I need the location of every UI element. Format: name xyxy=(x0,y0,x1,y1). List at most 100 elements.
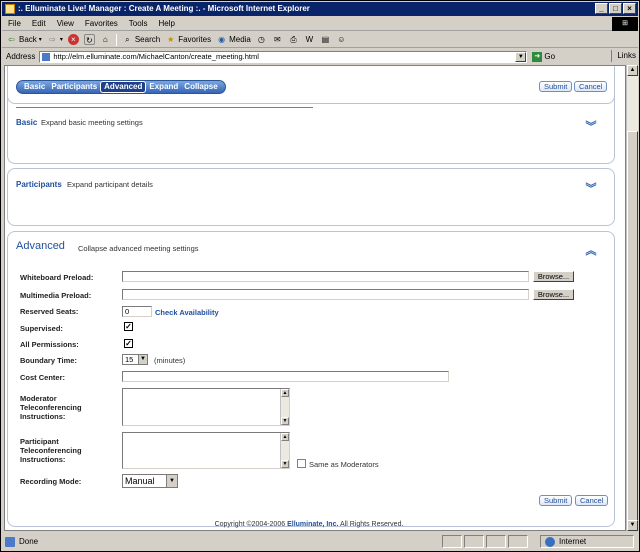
status-cell xyxy=(464,535,484,548)
boundary-dropdown-icon: ▼ xyxy=(138,355,147,364)
menu-bar: File Edit View Favorites Tools Help ⊞ xyxy=(2,17,638,31)
print-icon[interactable]: ⎙ xyxy=(288,34,299,45)
company-link[interactable]: Elluminate, Inc. xyxy=(287,521,338,528)
boundary-time-label: Boundary Time: xyxy=(20,356,77,365)
home-icon[interactable]: ⌂ xyxy=(100,34,111,45)
go-arrow-icon: ➜ xyxy=(532,51,543,62)
same-as-moderators-label: Same as Moderators xyxy=(309,460,379,469)
moderator-textarea-scrollbar[interactable]: ▲ ▼ xyxy=(280,389,289,425)
menu-help[interactable]: Help xyxy=(158,19,174,28)
basic-section-title[interactable]: Basic xyxy=(16,118,37,127)
address-label: Address xyxy=(6,52,36,61)
all-permissions-checkbox[interactable]: ✓ xyxy=(124,339,133,348)
forward-button[interactable]: ⇨ ▾ xyxy=(47,34,63,45)
participant-textarea-scrollbar[interactable]: ▲ ▼ xyxy=(280,433,289,468)
same-as-moderators-checkbox[interactable] xyxy=(297,459,306,468)
address-bar: Address http://elm.elluminate.com/Michae… xyxy=(2,49,638,64)
reserved-seats-input[interactable]: 0 xyxy=(122,306,152,317)
multimedia-browse-button[interactable]: Browse... xyxy=(533,289,574,300)
page-done-icon xyxy=(5,536,15,547)
status-cell xyxy=(508,535,528,548)
expand-basic-icon[interactable]: ︾ xyxy=(585,122,597,133)
minimize-button[interactable]: _ xyxy=(595,3,608,14)
moderator-instructions-label: Moderator Teleconferencing Instructions: xyxy=(20,394,82,421)
discuss-icon[interactable]: ▤ xyxy=(320,34,331,45)
cancel-button-bottom[interactable]: Cancel xyxy=(575,495,609,506)
whiteboard-input[interactable] xyxy=(122,271,529,282)
boundary-time-select[interactable]: 15 ▼ xyxy=(122,354,148,365)
toolbar-separator xyxy=(115,33,117,46)
scroll-up-icon[interactable]: ▲ xyxy=(281,433,289,441)
basic-section xyxy=(7,66,615,164)
multimedia-input[interactable] xyxy=(122,289,529,300)
history-icon[interactable]: ◷ xyxy=(256,34,267,45)
messenger-icon[interactable]: ☺ xyxy=(336,34,347,45)
moderator-instructions-textarea[interactable]: ▲ ▼ xyxy=(122,388,290,426)
menu-file[interactable]: File xyxy=(8,19,21,28)
links-button[interactable]: Links xyxy=(611,50,636,62)
participant-instructions-label: Participant Teleconferencing Instruction… xyxy=(20,437,82,464)
menu-favorites[interactable]: Favorites xyxy=(85,19,118,28)
menu-edit[interactable]: Edit xyxy=(32,19,46,28)
refresh-icon[interactable]: ↻ xyxy=(83,34,95,45)
status-bar: Done Internet xyxy=(2,532,638,551)
participants-section xyxy=(7,168,615,226)
status-cell xyxy=(486,535,506,548)
supervised-label: Supervised: xyxy=(20,324,63,333)
forward-arrow-icon: ⇨ xyxy=(48,35,56,44)
address-input[interactable]: http://elm.elluminate.com/MichaelCanton/… xyxy=(39,50,528,63)
whiteboard-label: Whiteboard Preload: xyxy=(20,273,94,282)
cost-center-input[interactable] xyxy=(122,371,449,382)
back-button[interactable]: ⇦ Back ▾ xyxy=(6,34,42,45)
forward-dropdown-icon: ▾ xyxy=(59,37,63,43)
page-scroll-down-icon[interactable]: ▼ xyxy=(627,520,638,531)
search-icon: ⌕ xyxy=(125,35,130,44)
menu-tools[interactable]: Tools xyxy=(129,19,148,28)
participant-instructions-textarea[interactable]: ▲ ▼ xyxy=(122,432,290,469)
scroll-up-icon[interactable]: ▲ xyxy=(281,389,289,397)
window-title: :. Elluminate Live! Manager : Create A M… xyxy=(18,4,310,13)
close-button[interactable]: × xyxy=(623,3,636,14)
address-dropdown-icon[interactable]: ▼ xyxy=(515,51,527,62)
title-bar: :. Elluminate Live! Manager : Create A M… xyxy=(2,2,638,16)
page-scroll-up-icon[interactable]: ▲ xyxy=(627,65,638,76)
media-button[interactable]: ◉ Media xyxy=(216,34,251,45)
cost-center-label: Cost Center: xyxy=(20,373,66,382)
scroll-down-icon[interactable]: ▼ xyxy=(281,460,289,468)
multimedia-label: Multimedia Preload: xyxy=(20,291,92,300)
search-button[interactable]: ⌕ Search xyxy=(122,34,160,45)
page-content: Basic Participants Advanced Expand Colla… xyxy=(4,65,626,531)
status-text: Done xyxy=(19,537,39,546)
page-scrollbar[interactable]: ▲ ▼ xyxy=(626,65,638,531)
mail-icon[interactable]: ✉ xyxy=(272,34,283,45)
ie-icon xyxy=(5,4,15,14)
menu-view[interactable]: View xyxy=(57,19,74,28)
participants-section-title[interactable]: Participants xyxy=(16,180,62,189)
toolbar: ⇦ Back ▾ ⇨ ▾ × ↻ ⌂ ⌕ Search ★ Favorites … xyxy=(2,32,638,48)
whiteboard-browse-button[interactable]: Browse... xyxy=(533,271,574,282)
check-availability-link[interactable]: Check Availability xyxy=(155,308,219,317)
stop-icon[interactable]: × xyxy=(67,34,79,45)
recording-mode-select[interactable]: Manual ▼ xyxy=(122,474,178,488)
submit-button-bottom[interactable]: Submit xyxy=(539,495,573,506)
page-scroll-thumb[interactable] xyxy=(627,131,638,523)
collapse-advanced-icon[interactable]: ︽ xyxy=(585,246,597,257)
status-cell xyxy=(442,535,462,548)
browser-window: :. Elluminate Live! Manager : Create A M… xyxy=(0,0,640,552)
back-arrow-icon: ⇦ xyxy=(8,35,15,44)
scroll-down-icon[interactable]: ▼ xyxy=(281,417,289,425)
all-permissions-label: All Permissions: xyxy=(20,340,79,349)
advanced-section-title[interactable]: Advanced xyxy=(16,240,65,252)
page-icon xyxy=(42,52,51,61)
maximize-button[interactable]: □ xyxy=(609,3,622,14)
reserved-seats-label: Reserved Seats: xyxy=(20,307,79,316)
expand-participants-icon[interactable]: ︾ xyxy=(585,184,597,195)
copyright-footer: Copyright ©2004-2006 Elluminate, Inc. Al… xyxy=(214,521,404,528)
edit-icon[interactable]: W xyxy=(304,34,315,45)
supervised-checkbox[interactable]: ✓ xyxy=(124,322,133,331)
media-icon: ◉ xyxy=(218,35,226,44)
participants-section-desc: Expand participant details xyxy=(67,180,153,189)
favorites-button[interactable]: ★ Favorites xyxy=(165,34,211,45)
go-button[interactable]: ➜ Go xyxy=(532,51,555,62)
basic-section-desc: Expand basic meeting settings xyxy=(41,118,143,127)
